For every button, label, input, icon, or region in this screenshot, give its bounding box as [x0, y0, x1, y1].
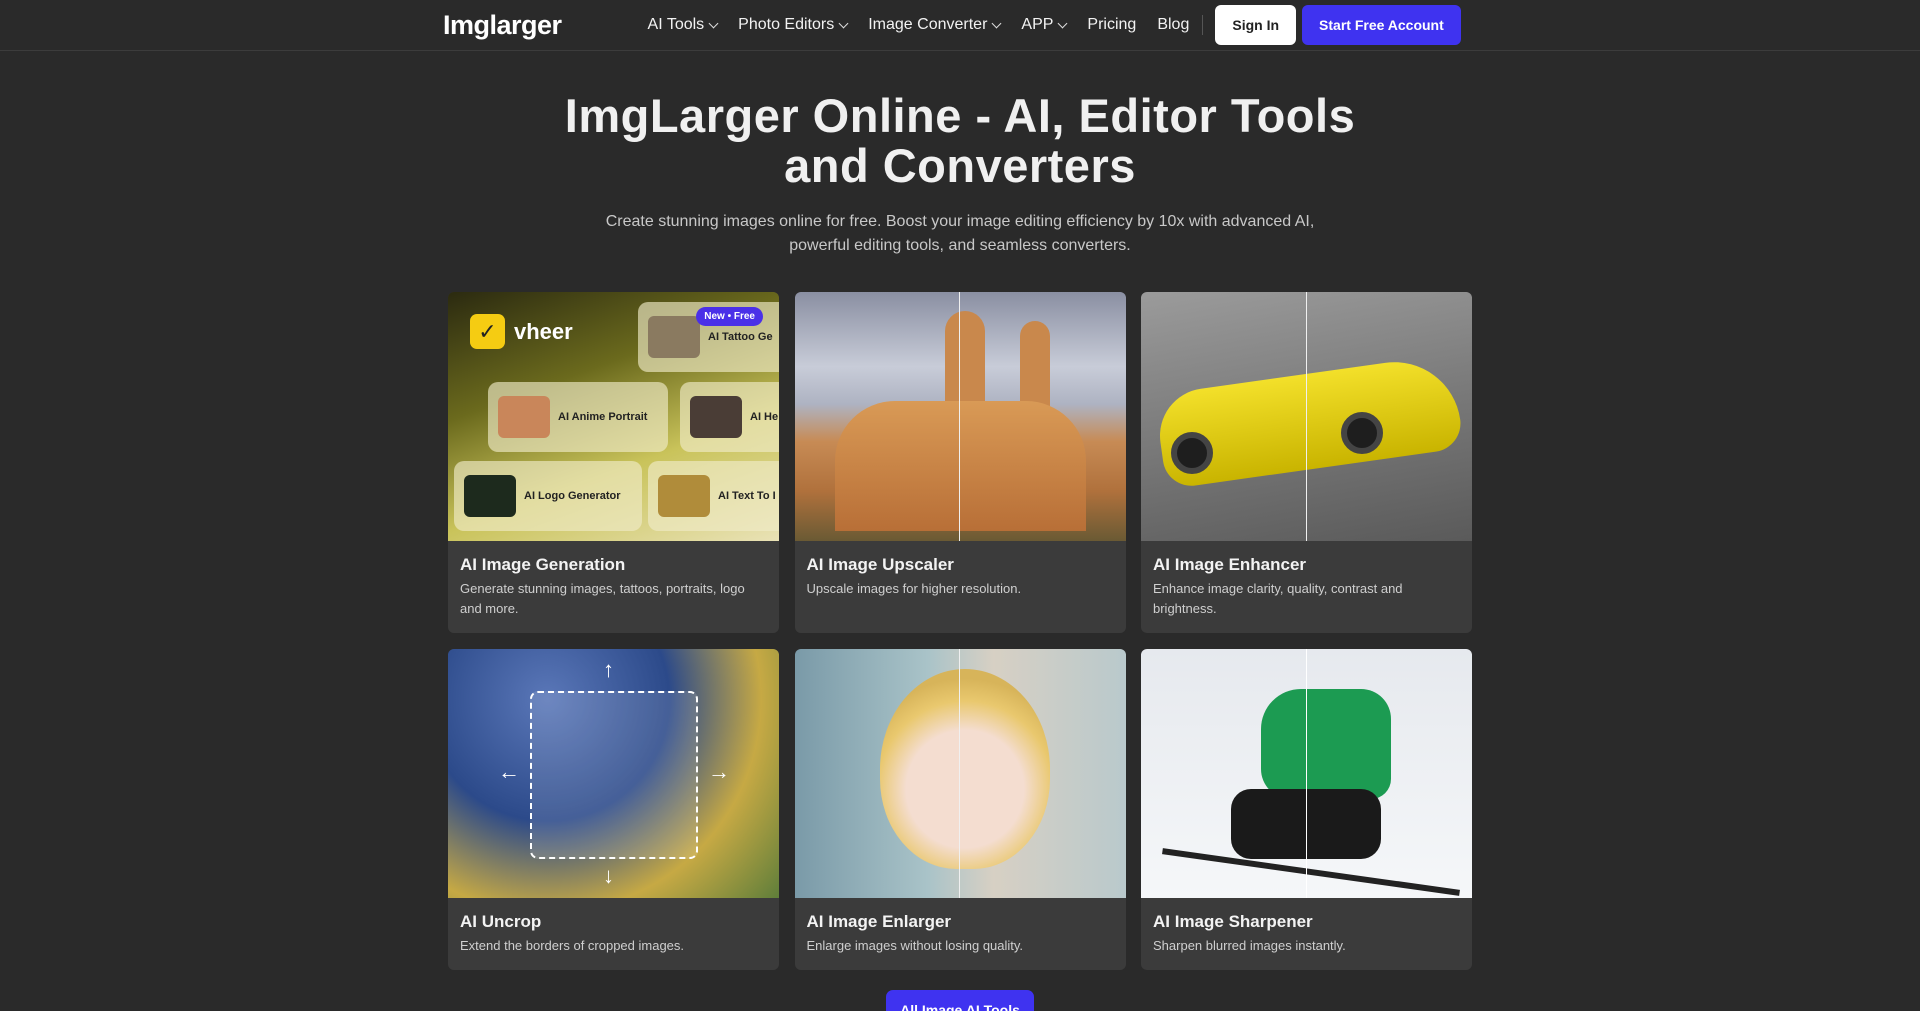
- card-description: Enlarge images without losing quality.: [806, 938, 1024, 953]
- tools-grid: ✓ vheer AI Tattoo Ge New • Free AI Anime…: [448, 292, 1472, 970]
- sign-in-button[interactable]: Sign In: [1215, 5, 1297, 45]
- start-free-account-button[interactable]: Start Free Account: [1302, 5, 1461, 45]
- card-title: AI Image Upscaler: [806, 555, 954, 574]
- tile-anime-portrait: AI Anime Portrait: [488, 382, 668, 452]
- chevron-down-icon: [1057, 18, 1068, 28]
- vheer-logo: ✓ vheer: [470, 314, 573, 349]
- card-description: Extend the borders of cropped images.: [460, 938, 685, 953]
- nav-divider: [1202, 15, 1204, 35]
- chevron-down-icon: [708, 18, 719, 28]
- card-description: Upscale images for higher resolution.: [806, 581, 1022, 596]
- logo-text: Imglarger: [443, 9, 562, 40]
- menu-app[interactable]: APP: [1021, 16, 1068, 34]
- all-image-ai-tools-button[interactable]: All Image AI Tools: [886, 990, 1034, 1011]
- compare-divider[interactable]: [958, 649, 960, 898]
- tile-headshot: AI He: [680, 382, 779, 452]
- hero-section: ImgLarger Online - AI, Editor Tools and …: [0, 91, 1920, 258]
- card-image: [794, 292, 1126, 541]
- chevron-down-icon: [991, 18, 1002, 28]
- compare-divider[interactable]: [1306, 649, 1307, 898]
- compare-divider[interactable]: [958, 292, 960, 541]
- arrow-left-icon: ←: [498, 759, 520, 784]
- card-title: AI Image Enlarger: [806, 912, 952, 931]
- card-image: [1141, 649, 1472, 898]
- card-title: AI Image Sharpener: [1153, 912, 1313, 931]
- tile-text-to-image: AI Text To I: [648, 461, 779, 531]
- card-image: ↑ ↓ ← →: [448, 649, 779, 898]
- menu-pricing[interactable]: Pricing: [1087, 16, 1136, 34]
- compare-divider[interactable]: [1306, 292, 1307, 541]
- card-ai-uncrop[interactable]: ↑ ↓ ← → AI Uncrop Extend the borders of …: [448, 649, 779, 970]
- vheer-mark-icon: ✓: [470, 314, 505, 349]
- crop-frame: [530, 691, 698, 859]
- card-ai-image-generation[interactable]: ✓ vheer AI Tattoo Ge New • Free AI Anime…: [448, 292, 779, 633]
- card-ai-image-upscaler[interactable]: AI Image Upscaler Upscale images for hig…: [794, 292, 1126, 633]
- card-description: Sharpen blurred images instantly.: [1153, 938, 1346, 953]
- card-image: ✓ vheer AI Tattoo Ge New • Free AI Anime…: [448, 292, 779, 541]
- imglarger-logo[interactable]: Imglarger: [443, 10, 562, 41]
- arrow-down-icon: ↓: [603, 863, 614, 888]
- chevron-down-icon: [838, 18, 849, 28]
- menu-photo-editors[interactable]: Photo Editors: [738, 16, 849, 34]
- top-nav: Imglarger AI Tools Photo Editors Image C…: [0, 0, 1920, 51]
- card-title: AI Uncrop: [460, 912, 542, 931]
- card-ai-image-enlarger[interactable]: AI Image Enlarger Enlarge images without…: [794, 649, 1126, 970]
- wheel: [1171, 432, 1213, 474]
- main-menu: AI Tools Photo Editors Image Converter A…: [648, 5, 1461, 45]
- new-free-badge: New • Free: [696, 307, 763, 326]
- arrow-right-icon: →: [708, 759, 730, 784]
- card-description: Generate stunning images, tattoos, portr…: [460, 581, 745, 616]
- card-ai-image-sharpener[interactable]: AI Image Sharpener Sharpen blurred image…: [1141, 649, 1472, 970]
- page-subtitle: Create stunning images online for free. …: [605, 213, 1315, 254]
- card-image: [794, 649, 1126, 898]
- page-title: ImgLarger Online - AI, Editor Tools and …: [564, 89, 1356, 192]
- card-title: AI Image Enhancer: [1153, 555, 1307, 574]
- tile-logo-generator: AI Logo Generator: [454, 461, 642, 531]
- menu-blog[interactable]: Blog: [1157, 16, 1189, 34]
- menu-ai-tools[interactable]: AI Tools: [648, 16, 719, 34]
- arrow-up-icon: ↑: [603, 657, 614, 682]
- card-ai-image-enhancer[interactable]: AI Image Enhancer Enhance image clarity,…: [1141, 292, 1472, 633]
- card-title: AI Image Generation: [460, 555, 626, 574]
- wheel: [1341, 412, 1383, 454]
- card-image: [1141, 292, 1472, 541]
- card-description: Enhance image clarity, quality, contrast…: [1153, 581, 1403, 616]
- menu-image-converter[interactable]: Image Converter: [868, 16, 1002, 34]
